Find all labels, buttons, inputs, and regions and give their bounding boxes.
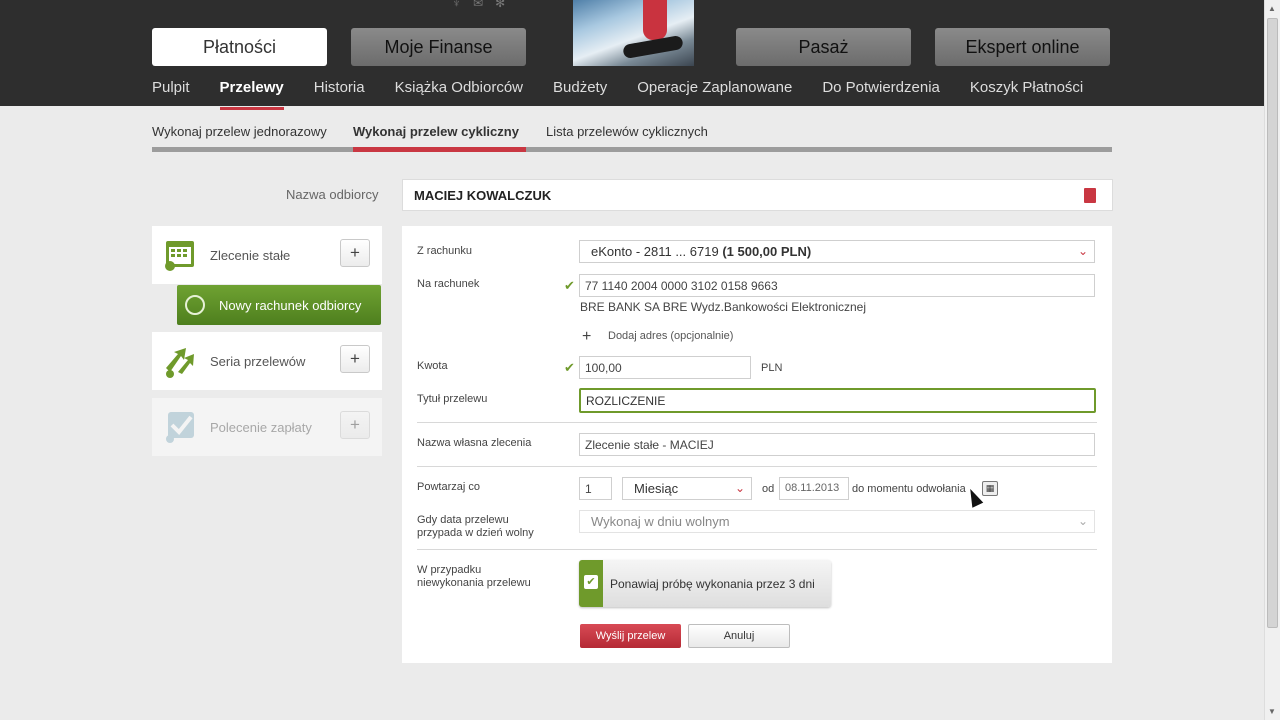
gdy-data-select[interactable]: Wykonaj w dniu wolnym ⌄	[579, 510, 1095, 533]
nav-pulpit[interactable]: Pulpit	[152, 79, 190, 106]
nowy-rachunek-button[interactable]: Nowy rachunek odbiorcy	[177, 285, 381, 325]
nav-przelewy[interactable]: Przelewy	[219, 79, 284, 110]
polecenie-plus-button[interactable]: +	[340, 411, 370, 439]
top-header: ♆ ✉ ✻ Płatności Moje Finanse Pasaż Ekspe…	[0, 0, 1264, 110]
dodaj-adres-link[interactable]: Dodaj adres (opcjonalnie)	[608, 330, 733, 342]
zlecenie-plus-button[interactable]: +	[340, 239, 370, 267]
bank-name: BRE BANK SA BRE Wydz.Bankowości Elektron…	[580, 300, 867, 314]
gdy-data-label-line2: przypada w dzień wolny	[417, 527, 534, 539]
do-momentu-label: do momentu odwołania	[852, 483, 966, 495]
recipient-field[interactable]: MACIEJ KOWALCZUK	[402, 179, 1113, 211]
divider	[417, 466, 1097, 467]
niewykonania-label-line1: W przypadku	[417, 564, 482, 576]
seria-przelewow-card[interactable]: Seria przelewów +	[152, 332, 382, 390]
od-label: od	[762, 483, 775, 495]
sub-navigation: Pulpit Przelewy Historia Książka Odbiorc…	[152, 79, 1113, 110]
z-rachunku-label: Z rachunku	[417, 245, 473, 257]
ponawiaj-label: Ponawiaj próbę wykonania przez 3 dni	[610, 576, 815, 591]
nav-do-potwierdzenia[interactable]: Do Potwierdzenia	[822, 79, 940, 106]
check-icon: ✔	[564, 360, 575, 375]
ponawiaj-toggle[interactable]: ✔ Ponawiaj próbę wykonania przez 3 dni	[579, 560, 831, 607]
nazwa-wlasna-input[interactable]: Zlecenie stałe - MACIEJ	[579, 433, 1095, 456]
scroll-up-icon[interactable]: ▲	[1268, 4, 1276, 13]
check-icon: ✔	[564, 278, 575, 293]
nav-operacje-zaplanowane[interactable]: Operacje Zaplanowane	[637, 79, 792, 106]
gdy-data-label: Gdy data przelewu przypada w dzień wolny	[417, 514, 534, 540]
zlecenie-stale-card[interactable]: Zlecenie stałe +	[152, 226, 382, 284]
tab-platnosci[interactable]: Płatności	[152, 28, 327, 66]
gear-icon[interactable]: ✻	[495, 0, 505, 10]
checkmark-icon	[166, 412, 194, 443]
zlecenie-stale-label: Zlecenie stałe	[210, 248, 291, 263]
period-select[interactable]: Miesiąc ⌄	[622, 477, 752, 500]
tytul-input[interactable]: ROZLICZENIE	[579, 388, 1096, 413]
tab-lista-przelewow[interactable]: Lista przelewów cyklicznych	[546, 124, 708, 139]
niewykonania-label-line2: niewykonania przelewu	[417, 577, 531, 589]
seria-przelewow-label: Seria przelewów	[210, 354, 306, 369]
mail-icon[interactable]: ✉	[473, 0, 483, 10]
plus-icon[interactable]: +	[582, 328, 591, 346]
powtarzaj-label: Powtarzaj co	[417, 481, 480, 493]
send-transfer-button[interactable]: Wyślij przelew	[580, 624, 681, 648]
na-rachunek-input[interactable]: 77 1140 2004 0000 3102 0158 9663	[579, 274, 1095, 297]
scroll-down-icon[interactable]: ▼	[1268, 707, 1276, 716]
tab-ekspert-online[interactable]: Ekspert online	[935, 28, 1110, 66]
gdy-data-value: Wykonaj w dniu wolnym	[591, 514, 730, 529]
top-icons: ♆ ✉ ✻	[452, 0, 505, 10]
nav-koszyk-platnosci[interactable]: Koszyk Płatności	[970, 79, 1083, 106]
polecenie-zaplaty-label: Polecenie zapłaty	[210, 420, 312, 435]
arrows-icon	[166, 348, 194, 378]
recipient-value: MACIEJ KOWALCZUK	[414, 188, 552, 203]
z-rachunku-value: eKonto - 2811 ... 6719	[591, 244, 723, 259]
nav-budzety[interactable]: Budżety	[553, 79, 607, 106]
z-rachunku-select[interactable]: eKonto - 2811 ... 6719 (1 500,00 PLN) ⌄	[579, 240, 1095, 263]
seria-plus-button[interactable]: +	[340, 345, 370, 373]
polecenie-zaplaty-card[interactable]: Polecenie zapłaty +	[152, 398, 382, 456]
divider	[417, 549, 1097, 550]
chevron-down-icon: ⌄	[1077, 244, 1088, 258]
active-tab-indicator	[353, 147, 526, 152]
na-rachunek-label: Na rachunek	[417, 278, 480, 290]
calendar-icon	[165, 241, 194, 271]
chevron-down-icon: ⌄	[734, 481, 745, 495]
tab-przelew-jednorazowy[interactable]: Wykonaj przelew jednorazowy	[152, 124, 327, 139]
currency-label: PLN	[761, 362, 783, 374]
nazwa-wlasna-label: Nazwa własna zlecenia	[417, 437, 532, 449]
address-book-icon[interactable]	[1084, 188, 1096, 203]
date-input[interactable]: 08.11.2013	[779, 477, 849, 500]
nav-ksiazka-odbiorcow[interactable]: Książka Odbiorców	[395, 79, 523, 106]
z-rachunku-amount: (1 500,00 PLN)	[722, 244, 812, 259]
tab-przelew-cykliczny[interactable]: Wykonaj przelew cykliczny	[353, 124, 519, 139]
niewykonania-label: W przypadku niewykonania przelewu	[417, 564, 531, 590]
chevron-down-icon: ⌄	[1077, 514, 1088, 528]
transfer-form: Z rachunku eKonto - 2811 ... 6719 (1 500…	[402, 226, 1112, 663]
tab-moje-finanse[interactable]: Moje Finanse	[351, 28, 526, 66]
recipient-label: Nazwa odbiorcy	[286, 187, 379, 202]
trophy-icon[interactable]: ♆	[452, 0, 461, 10]
tytul-label: Tytuł przelewu	[417, 393, 488, 405]
kwota-input[interactable]: 100,00	[579, 356, 751, 379]
divider	[417, 422, 1097, 423]
kwota-label: Kwota	[417, 360, 448, 372]
period-value: Miesiąc	[634, 481, 679, 496]
checkbox-checked-icon: ✔	[584, 575, 598, 589]
banner-image	[573, 0, 694, 66]
scroll-thumb[interactable]	[1267, 18, 1278, 628]
cancel-button[interactable]: Anuluj	[688, 624, 790, 648]
transfer-tabs: Wykonaj przelew jednorazowy Wykonaj prze…	[152, 124, 1112, 152]
scrollbar[interactable]: ▲ ▼	[1264, 0, 1280, 720]
nav-historia[interactable]: Historia	[314, 79, 365, 106]
nowy-rachunek-label: Nowy rachunek odbiorcy	[219, 297, 362, 313]
refresh-icon	[185, 295, 205, 315]
powtarzaj-input[interactable]: 1	[579, 477, 612, 500]
tab-pasaz[interactable]: Pasaż	[736, 28, 911, 66]
gdy-data-label-line1: Gdy data przelewu	[417, 514, 509, 526]
tabs-divider	[152, 147, 1112, 152]
calendar-picker-icon[interactable]: ▦	[982, 481, 998, 496]
